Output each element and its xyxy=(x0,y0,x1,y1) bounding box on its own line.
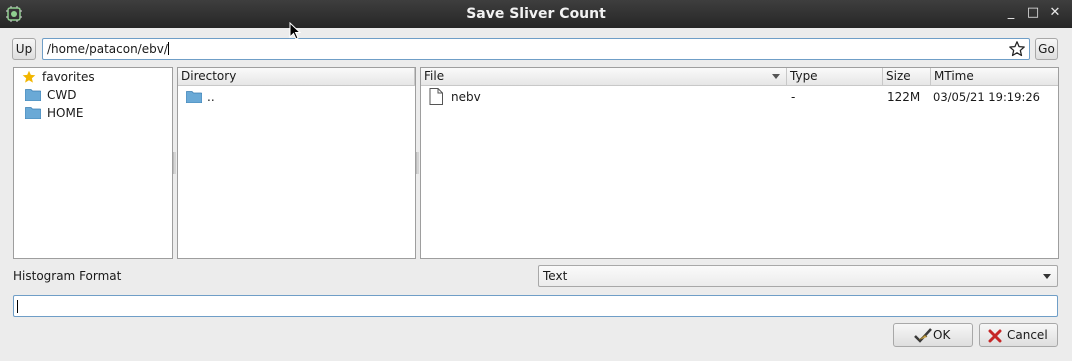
window-title: Save Sliver Count xyxy=(466,6,606,22)
folder-icon xyxy=(186,91,202,103)
close-button[interactable]: ✕ xyxy=(1047,5,1063,21)
text-cursor xyxy=(17,300,18,313)
minimize-button[interactable]: _ xyxy=(1003,5,1019,21)
type-column-header[interactable]: Type xyxy=(787,68,883,86)
file-column-label: File xyxy=(424,69,445,83)
cancel-x-icon xyxy=(988,329,1002,343)
file-size: 122M xyxy=(887,90,921,104)
file-name: nebv xyxy=(451,90,481,104)
ok-label: OK xyxy=(933,328,951,342)
splitter-handle[interactable] xyxy=(416,152,419,174)
sort-desc-icon xyxy=(772,74,780,79)
splitter-handle[interactable] xyxy=(173,152,176,174)
chevron-down-icon xyxy=(1043,274,1051,279)
format-label: Histogram Format xyxy=(13,269,122,283)
directory-header[interactable]: Directory xyxy=(178,68,415,86)
up-button[interactable]: Up xyxy=(12,38,36,60)
table-row[interactable]: nebv - 122M 03/05/21 19:19:26 xyxy=(421,87,1058,107)
cancel-label: Cancel xyxy=(1007,328,1048,342)
path-input[interactable]: /home/patacon/ebv/ xyxy=(42,38,1030,60)
star-icon xyxy=(22,70,36,83)
sidebar-item-favorites[interactable]: favorites xyxy=(42,70,95,84)
path-value: /home/patacon/ebv/ xyxy=(47,42,168,56)
directory-item-parent[interactable]: .. xyxy=(207,90,215,104)
go-button[interactable]: Go xyxy=(1035,38,1058,60)
cancel-button[interactable]: Cancel xyxy=(979,323,1058,347)
file-icon xyxy=(429,88,443,105)
sidebar-item-cwd[interactable]: CWD xyxy=(47,88,76,102)
format-selected: Text xyxy=(543,269,568,283)
bookmark-star-icon[interactable] xyxy=(1008,40,1026,58)
size-column-header[interactable]: Size xyxy=(883,68,931,86)
sidebar-item-home[interactable]: HOME xyxy=(47,106,83,120)
directory-pane: Directory .. xyxy=(177,67,416,259)
mouse-pointer-icon xyxy=(289,22,301,40)
maximize-button[interactable]: □ xyxy=(1025,5,1041,21)
format-select[interactable]: Text xyxy=(538,265,1058,287)
places-pane: favorites CWD HOME xyxy=(13,67,173,259)
mtime-column-header[interactable]: MTime xyxy=(931,68,1058,86)
file-type: - xyxy=(791,90,796,104)
folder-icon xyxy=(25,89,41,101)
text-cursor xyxy=(167,42,169,55)
files-pane: File Type Size MTime nebv - 122M 03/05/2… xyxy=(420,67,1059,259)
file-column-header[interactable]: File xyxy=(421,68,787,86)
title-bar: Save Sliver Count _ □ ✕ xyxy=(0,0,1072,28)
filename-input[interactable] xyxy=(13,295,1058,317)
file-mtime: 03/05/21 19:19:26 xyxy=(933,90,1040,104)
folder-icon xyxy=(25,107,41,119)
checkmark-icon xyxy=(914,328,932,343)
ok-button[interactable]: OK xyxy=(893,323,973,347)
